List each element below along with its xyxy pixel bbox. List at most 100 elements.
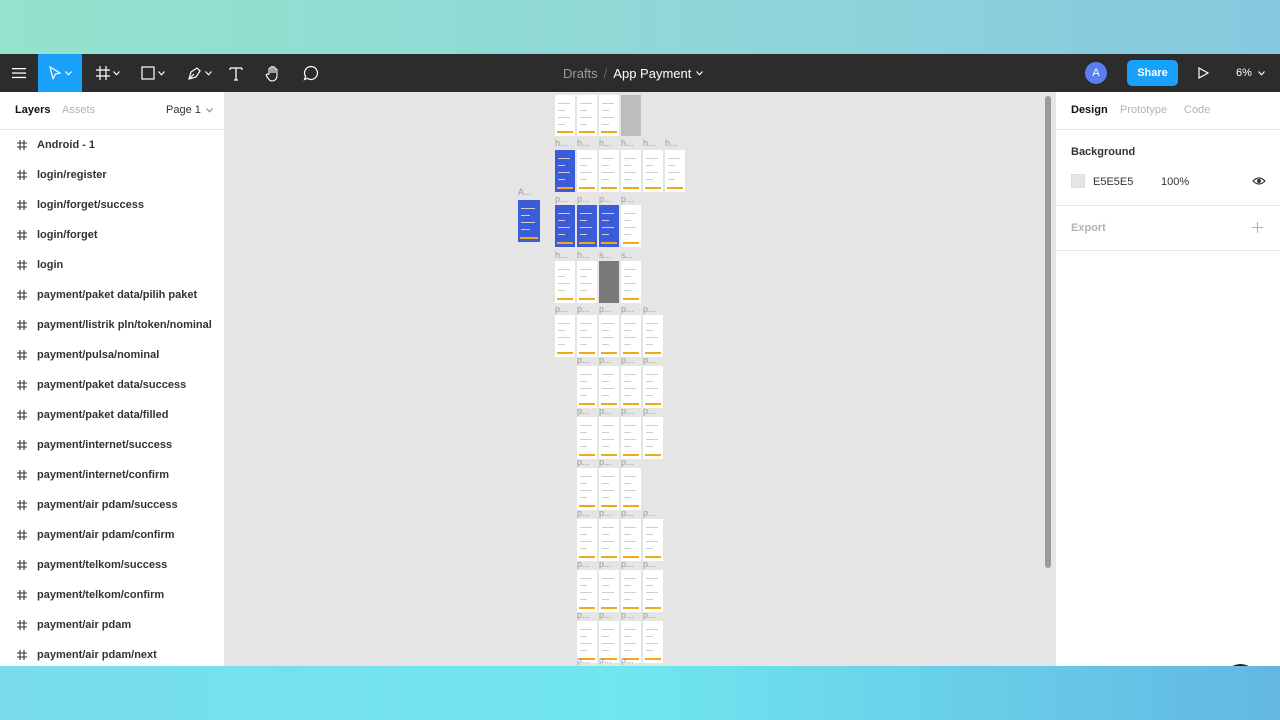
artboard-label[interactable]: p... — [599, 407, 612, 416]
artboard-thumbnail[interactable] — [621, 95, 641, 136]
tab-assets[interactable]: Assets — [62, 104, 95, 116]
artboard-thumbnail[interactable] — [555, 205, 575, 247]
artboard-thumbnail[interactable] — [643, 621, 663, 663]
artboard-thumbnail[interactable] — [643, 150, 663, 192]
artboard-thumbnail[interactable] — [599, 315, 619, 357]
artboard-label[interactable]: p... — [621, 560, 634, 569]
artboard-thumbnail[interactable] — [621, 570, 641, 612]
layer-item[interactable]: Android - 1 — [0, 130, 224, 160]
artboard-label[interactable]: p... — [599, 195, 612, 204]
frame-tool-button[interactable] — [90, 54, 126, 92]
artboard-label[interactable]: h... — [599, 139, 612, 148]
artboard-label[interactable]: p... — [599, 656, 612, 665]
tab-design[interactable]: Design — [1071, 104, 1108, 116]
plus-icon[interactable] — [1252, 222, 1263, 233]
artboard-thumbnail[interactable] — [621, 519, 641, 561]
layer-item[interactable]: payment/air pdam/next — [0, 640, 224, 666]
artboard-thumbnail[interactable] — [555, 150, 575, 192]
layer-item[interactable]: payment/listrik pln/token/nominal — [0, 310, 224, 340]
artboard-thumbnail[interactable] — [577, 150, 597, 192]
background-hex-input[interactable]: E5E5E5 — [1093, 176, 1133, 188]
artboard-label[interactable]: p... — [577, 407, 590, 416]
artboard-label[interactable]: p... — [577, 195, 590, 204]
artboard-thumbnail[interactable] — [577, 417, 597, 459]
artboard-label[interactable]: p... — [577, 656, 590, 665]
chevron-down-icon[interactable] — [696, 70, 704, 76]
background-opacity-input[interactable]: 100% — [1161, 176, 1189, 188]
background-color-swatch[interactable] — [1071, 174, 1085, 188]
artboard-label[interactable]: h... — [665, 139, 678, 148]
artboard-thumbnail[interactable] — [577, 366, 597, 408]
artboard-thumbnail[interactable] — [621, 417, 641, 459]
artboard-label[interactable]: p... — [577, 305, 590, 314]
artboard-label[interactable]: p... — [621, 656, 634, 665]
artboard-label[interactable]: h... — [555, 251, 568, 260]
artboard-thumbnail[interactable] — [599, 417, 619, 459]
artboard-label[interactable]: p... — [621, 305, 634, 314]
artboard-label[interactable]: h... — [555, 139, 568, 148]
artboard-thumbnail[interactable] — [577, 570, 597, 612]
artboard-thumbnail[interactable] — [621, 468, 641, 510]
artboard-thumbnail[interactable] — [643, 417, 663, 459]
pen-tool-button[interactable] — [181, 54, 217, 92]
tab-code[interactable]: Code — [1184, 104, 1210, 116]
text-tool-button[interactable] — [224, 54, 248, 92]
artboard-label[interactable]: p... — [621, 509, 634, 518]
eye-icon[interactable] — [1252, 176, 1266, 186]
layer-item[interactable]: payment/air pdam/success — [0, 490, 224, 520]
artboard-label[interactable]: p... — [643, 407, 656, 416]
layer-item[interactable]: payment/internet/success — [0, 430, 224, 460]
artboard-label[interactable]: h... — [577, 139, 590, 148]
artboard-label[interactable]: p... — [599, 611, 612, 620]
artboard-thumbnail[interactable] — [621, 261, 641, 303]
tab-prototype[interactable]: Prototype — [1120, 104, 1167, 116]
layer-item[interactable]: payment/paket data/filled — [0, 400, 224, 430]
artboard-label[interactable]: A... — [518, 188, 532, 197]
layer-item[interactable]: login/forget — [0, 220, 224, 250]
artboard-label[interactable]: p... — [621, 356, 634, 365]
artboard-thumbnail[interactable] — [577, 261, 597, 303]
page-selector[interactable]: Page 1 — [166, 104, 213, 116]
artboard-label[interactable]: p... — [599, 560, 612, 569]
layer-item[interactable]: payment/air pdam — [0, 610, 224, 640]
artboard-label[interactable]: p... — [643, 509, 656, 518]
layer-item[interactable]: payment/air pdam/confirm — [0, 520, 224, 550]
artboard-thumbnail[interactable] — [599, 95, 619, 136]
share-button[interactable]: Share — [1127, 60, 1178, 86]
artboard-thumbnail[interactable] — [599, 468, 619, 510]
artboard-thumbnail[interactable] — [643, 366, 663, 408]
layer-item[interactable]: login/forget/success — [0, 190, 224, 220]
artboard-thumbnail[interactable] — [665, 150, 685, 192]
main-menu-button[interactable] — [0, 54, 38, 92]
artboard-thumbnail[interactable] — [621, 150, 641, 192]
artboard-label[interactable]: p... — [599, 356, 612, 365]
artboard-label[interactable]: p... — [577, 509, 590, 518]
artboard-label[interactable]: p... — [621, 611, 634, 620]
canvas[interactable]: h... h... h... h... h... h... A... p... p... p...… — [225, 92, 1055, 666]
artboard-label[interactable]: s... — [621, 251, 633, 260]
artboard-thumbnail[interactable] — [599, 150, 619, 192]
layer-item[interactable]: payment/internet/confirm — [0, 460, 224, 490]
layer-item[interactable]: payment/paket data/pilih paket — [0, 280, 224, 310]
artboard-thumbnail[interactable] — [643, 315, 663, 357]
artboard-label[interactable]: h... — [621, 139, 634, 148]
layer-item[interactable]: payment/telkom/success — [0, 550, 224, 580]
artboard-label[interactable]: s... — [599, 251, 611, 260]
hand-tool-button[interactable] — [261, 54, 285, 92]
artboard-thumbnail[interactable] — [599, 570, 619, 612]
artboard-thumbnail[interactable] — [577, 95, 597, 136]
artboard-thumbnail[interactable] — [643, 519, 663, 561]
artboard-label[interactable]: p... — [599, 305, 612, 314]
comment-tool-button[interactable] — [299, 54, 323, 92]
artboard-label[interactable]: p... — [621, 407, 634, 416]
artboard-thumbnail[interactable] — [555, 315, 575, 357]
tab-layers[interactable]: Layers — [15, 104, 50, 116]
artboard-thumbnail[interactable] — [555, 95, 575, 136]
user-avatar[interactable]: A — [1085, 62, 1107, 84]
move-tool-button[interactable] — [38, 54, 82, 92]
artboard-thumbnail[interactable] — [599, 519, 619, 561]
canvas-scrollbar[interactable] — [1045, 96, 1051, 568]
present-button[interactable] — [1192, 54, 1214, 92]
zoom-menu[interactable]: 6% — [1236, 54, 1265, 92]
layer-item[interactable]: payment/paket data/success — [0, 370, 224, 400]
